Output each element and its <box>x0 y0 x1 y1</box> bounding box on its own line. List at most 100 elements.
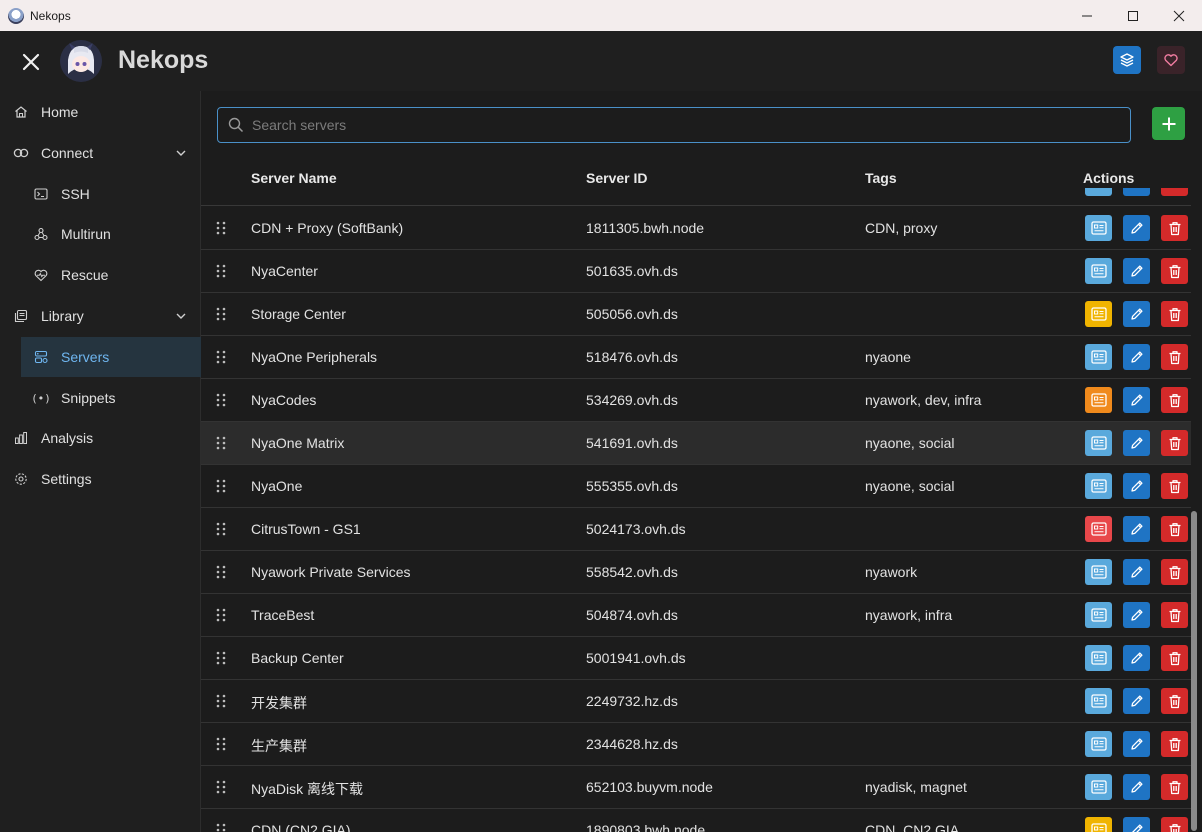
table-row[interactable]: NyaOne Peripherals 518476.ovh.ds nyaone <box>201 336 1191 379</box>
edit-button[interactable] <box>1123 645 1150 671</box>
table-row[interactable]: NyaOne Matrix 541691.ovh.ds nyaone, social <box>201 422 1191 465</box>
sidebar-item-library[interactable]: Library <box>0 296 201 336</box>
server-info-button[interactable] <box>1085 344 1112 370</box>
edit-button[interactable] <box>1123 344 1150 370</box>
table-row[interactable]: NyaCenter 501635.ovh.ds <box>201 250 1191 293</box>
drag-handle-icon[interactable] <box>216 479 226 493</box>
table-row[interactable]: Storage Center 505056.ovh.ds <box>201 293 1191 336</box>
server-info-button[interactable] <box>1085 258 1112 284</box>
delete-button[interactable] <box>1161 430 1188 456</box>
server-info-button[interactable] <box>1085 473 1112 499</box>
drag-handle-icon[interactable] <box>216 608 226 622</box>
sidebar-item-connect[interactable]: Connect <box>0 133 201 173</box>
drag-handle-icon[interactable] <box>216 350 226 364</box>
layers-button[interactable] <box>1113 46 1141 74</box>
table-row[interactable]: NyaOne 555355.ovh.ds nyaone, social <box>201 465 1191 508</box>
delete-button[interactable] <box>1161 688 1188 714</box>
scrollbar[interactable] <box>1191 511 1197 831</box>
server-info-button[interactable] <box>1085 215 1112 241</box>
edit-button[interactable] <box>1123 602 1150 628</box>
drag-handle-icon[interactable] <box>216 393 226 407</box>
sidebar-item-home[interactable]: Home <box>0 92 201 132</box>
server-info-button[interactable] <box>1085 516 1112 542</box>
server-info-button[interactable] <box>1085 688 1112 714</box>
add-server-button[interactable] <box>1152 107 1185 140</box>
pencil-icon <box>1131 824 1143 832</box>
id-card-icon <box>1090 694 1107 708</box>
drag-handle-icon[interactable] <box>216 694 226 708</box>
table-row[interactable]: Backup Center 5001941.ovh.ds <box>201 637 1191 680</box>
trash-icon <box>1169 436 1180 450</box>
delete-button[interactable] <box>1161 301 1188 327</box>
drag-handle-icon[interactable] <box>216 737 226 751</box>
server-info-button[interactable] <box>1085 774 1112 800</box>
table-row[interactable]: NyaCodes 534269.ovh.ds nyawork, dev, infra <box>201 379 1191 422</box>
edit-button[interactable] <box>1123 731 1150 757</box>
edit-button[interactable] <box>1123 430 1150 456</box>
maximize-button[interactable] <box>1110 0 1156 31</box>
sidebar-item-analysis[interactable]: Analysis <box>0 418 201 458</box>
table-row[interactable]: TraceBest 504874.ovh.ds nyawork, infra <box>201 594 1191 637</box>
drag-handle-icon[interactable] <box>216 823 226 832</box>
table-row[interactable]: CitrusTown - GS1 5024173.ovh.ds <box>201 508 1191 551</box>
delete-button[interactable] <box>1161 473 1188 499</box>
edit-button[interactable] <box>1123 688 1150 714</box>
edit-button[interactable] <box>1123 301 1150 327</box>
server-info-button[interactable] <box>1085 645 1112 671</box>
edit-button[interactable] <box>1123 473 1150 499</box>
edit-button[interactable] <box>1123 774 1150 800</box>
server-info-button[interactable] <box>1085 602 1112 628</box>
server-info-button[interactable] <box>1085 301 1112 327</box>
drag-handle-icon[interactable] <box>216 522 226 536</box>
drag-handle-icon[interactable] <box>216 264 226 278</box>
window-close-button[interactable] <box>1156 0 1202 31</box>
table-row[interactable]: NyaDisk 离线下载 652103.buyvm.node nyadisk, ma… <box>201 766 1191 809</box>
heartbeat-icon <box>33 267 49 283</box>
server-info-button[interactable] <box>1085 387 1112 413</box>
delete-button[interactable] <box>1161 645 1188 671</box>
sidebar-item-multirun[interactable]: Multirun <box>0 214 201 254</box>
server-info-button[interactable] <box>1085 731 1112 757</box>
delete-button[interactable] <box>1161 602 1188 628</box>
delete-button[interactable] <box>1161 387 1188 413</box>
scrolled-row-stub <box>1085 188 1112 196</box>
delete-button[interactable] <box>1161 258 1188 284</box>
drag-handle-icon[interactable] <box>216 307 226 321</box>
sidebar-item-snippets[interactable]: (•) Snippets <box>0 378 201 418</box>
edit-button[interactable] <box>1123 258 1150 284</box>
delete-button[interactable] <box>1161 559 1188 585</box>
edit-button[interactable] <box>1123 516 1150 542</box>
delete-button[interactable] <box>1161 516 1188 542</box>
search-input[interactable] <box>252 117 1112 133</box>
sponsor-button[interactable] <box>1157 46 1185 74</box>
delete-button[interactable] <box>1161 774 1188 800</box>
table-row[interactable]: CDN + Proxy (SoftBank) 1811305.bwh.node CD… <box>201 207 1191 250</box>
server-id: 504874.ovh.ds <box>586 607 678 623</box>
table-row[interactable]: 开发集群 2249732.hz.ds <box>201 680 1191 723</box>
table-row[interactable]: 生产集群 2344628.hz.ds <box>201 723 1191 766</box>
sidebar-item-settings[interactable]: Settings <box>0 459 201 499</box>
edit-button[interactable] <box>1123 817 1150 832</box>
edit-button[interactable] <box>1123 559 1150 585</box>
delete-button[interactable] <box>1161 215 1188 241</box>
drag-handle-icon[interactable] <box>216 436 226 450</box>
drag-handle-icon[interactable] <box>216 780 226 794</box>
edit-button[interactable] <box>1123 215 1150 241</box>
close-icon[interactable] <box>18 49 44 75</box>
sidebar-item-servers[interactable]: Servers <box>21 337 201 377</box>
table-row[interactable]: Nyawork Private Services 558542.ovh.ds nya… <box>201 551 1191 594</box>
server-info-button[interactable] <box>1085 817 1112 832</box>
server-info-button[interactable] <box>1085 430 1112 456</box>
drag-handle-icon[interactable] <box>216 651 226 665</box>
delete-button[interactable] <box>1161 731 1188 757</box>
sidebar-item-ssh[interactable]: SSH <box>0 174 201 214</box>
server-info-button[interactable] <box>1085 559 1112 585</box>
minimize-button[interactable] <box>1064 0 1110 31</box>
delete-button[interactable] <box>1161 344 1188 370</box>
sidebar-item-rescue[interactable]: Rescue <box>0 255 201 295</box>
table-row[interactable]: CDN (CN2 GIA) 1890803.bwh.node CDN, CN2 GI… <box>201 809 1191 832</box>
drag-handle-icon[interactable] <box>216 565 226 579</box>
edit-button[interactable] <box>1123 387 1150 413</box>
drag-handle-icon[interactable] <box>216 221 226 235</box>
delete-button[interactable] <box>1161 817 1188 832</box>
